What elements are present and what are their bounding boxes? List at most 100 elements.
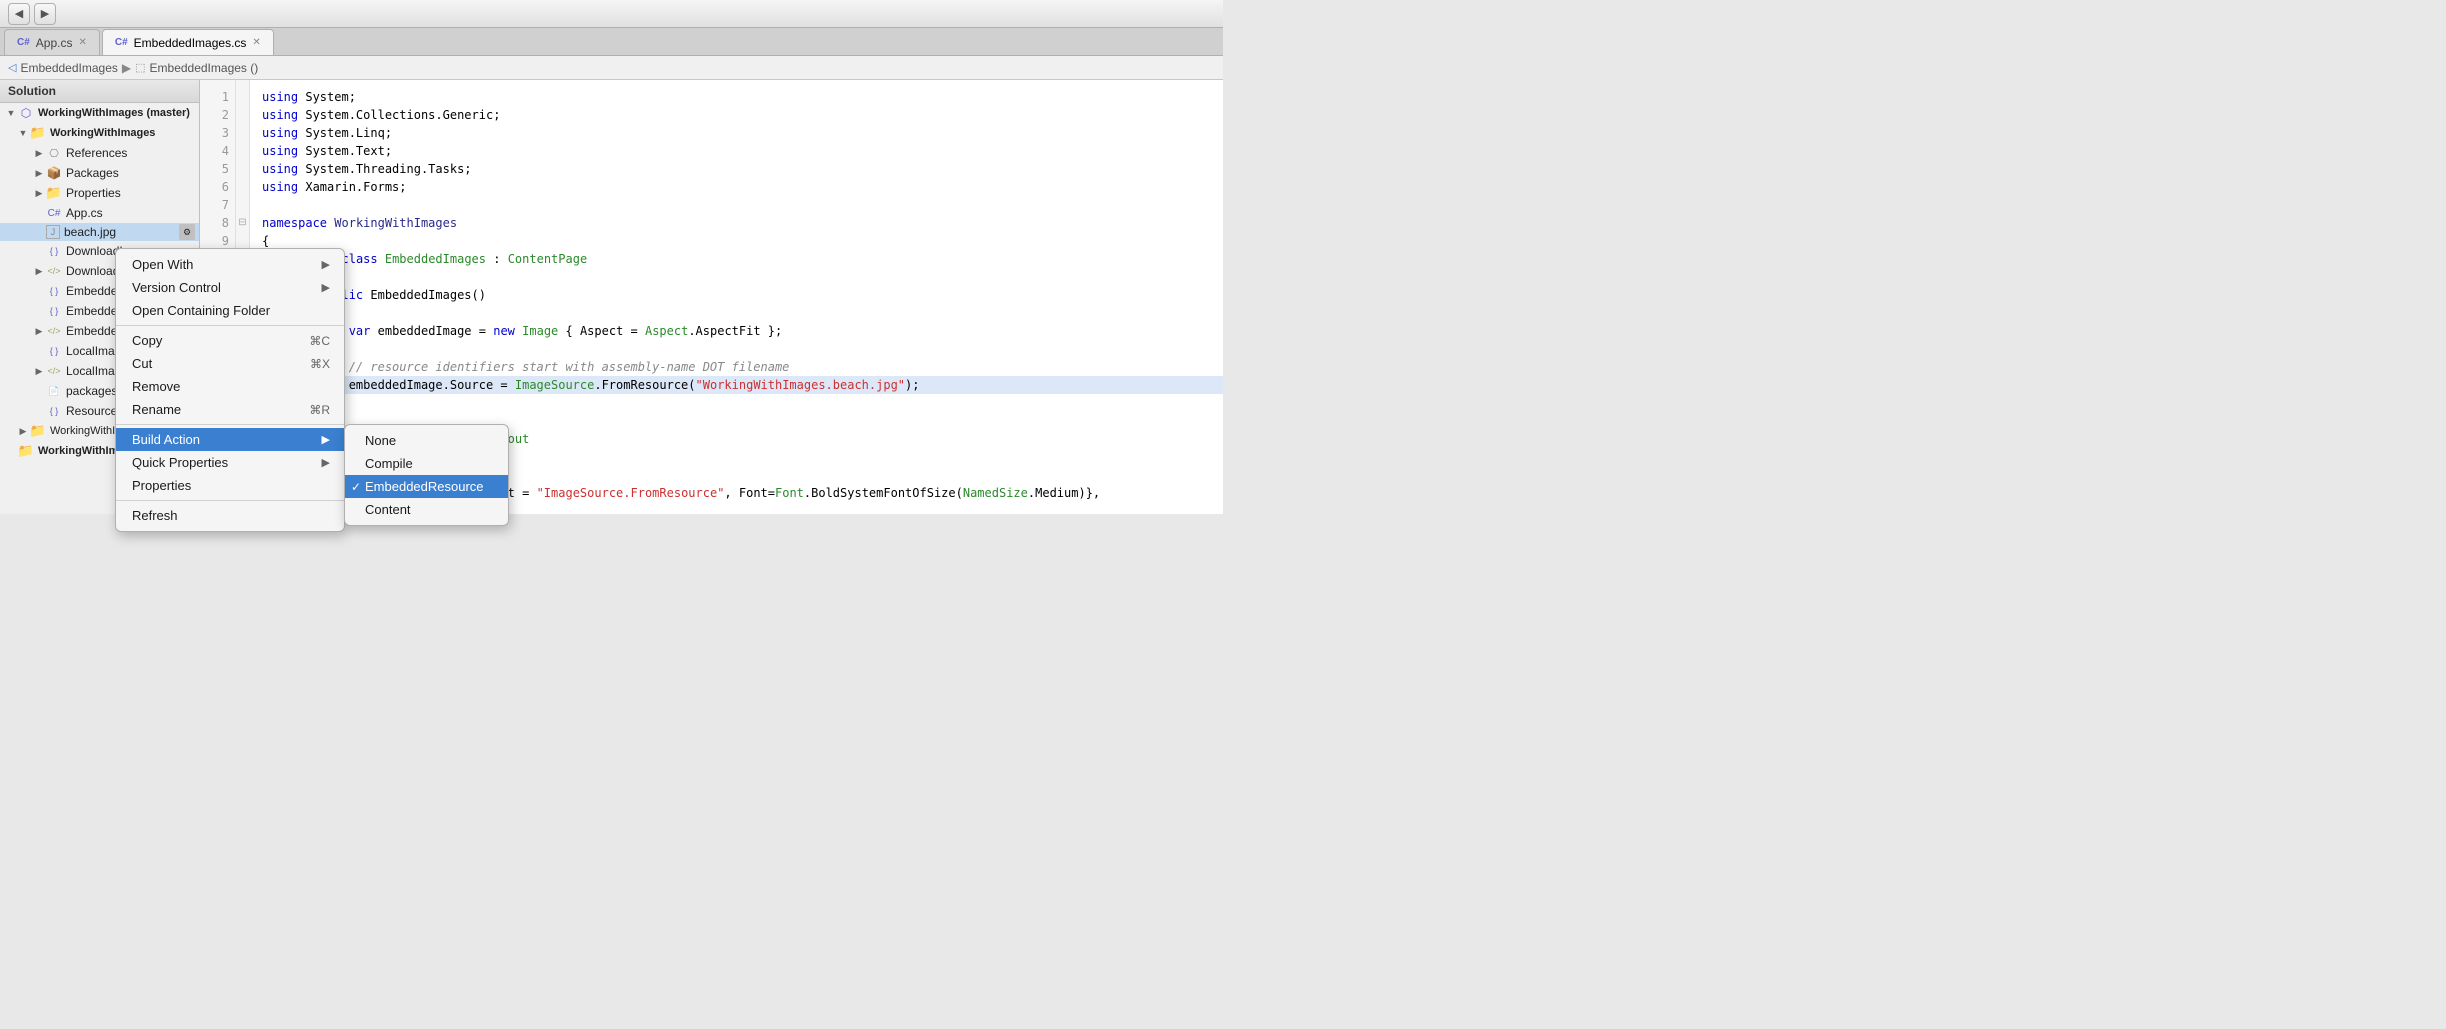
menu-item-version-control[interactable]: Version Control ▶ bbox=[116, 276, 344, 299]
arrow-icon: ▶ bbox=[32, 326, 46, 337]
menu-item-label: Remove bbox=[132, 379, 180, 394]
sidebar-header: Solution bbox=[0, 80, 199, 103]
sidebar-item-wwi[interactable]: ▼ 📁 WorkingWithImages bbox=[0, 123, 199, 143]
arrow-icon: ▶ bbox=[32, 266, 46, 277]
menu-item-label: Build Action bbox=[132, 432, 200, 447]
cs-icon: { } bbox=[46, 403, 62, 419]
menu-item-label: Properties bbox=[132, 478, 191, 493]
folder-icon: 📁 bbox=[18, 443, 34, 459]
sidebar-item-references[interactable]: ▶ ⎔ References bbox=[0, 143, 199, 163]
sidebar-item-solution[interactable]: ▼ ⬡ WorkingWithImages (master) bbox=[0, 103, 199, 123]
folder-icon: 📁 bbox=[30, 423, 46, 439]
folder-icon: 📁 bbox=[46, 185, 62, 201]
solution-icon: ⬡ bbox=[18, 105, 34, 121]
gear-icon: ⚙ bbox=[179, 224, 195, 240]
menu-item-label: Rename bbox=[132, 402, 181, 417]
arrow-icon: ▶ bbox=[32, 366, 46, 377]
menu-item-properties[interactable]: Properties bbox=[116, 474, 344, 497]
cs-icon: { } bbox=[46, 283, 62, 299]
submenu-item-label: None bbox=[365, 433, 396, 448]
cs-icon: { } bbox=[46, 243, 62, 259]
sidebar-item-label: WorkingWithImages bbox=[50, 127, 155, 139]
tab-bar: C# App.cs ✕ C# EmbeddedImages.cs ✕ bbox=[0, 28, 1223, 56]
top-toolbar: ◀ ▶ bbox=[0, 0, 1223, 28]
menu-item-label: Version Control bbox=[132, 280, 221, 295]
sidebar-item-label: App.cs bbox=[66, 206, 103, 220]
breadcrumb-icon: ◁ bbox=[8, 61, 16, 74]
sidebar-item-properties[interactable]: ▶ 📁 Properties bbox=[0, 183, 199, 203]
submenu-item-label: Content bbox=[365, 502, 411, 517]
cs-icon: { } bbox=[46, 343, 62, 359]
tab-cs-icon: C# bbox=[17, 37, 30, 48]
menu-shortcut: ⌘R bbox=[289, 403, 330, 417]
cs-icon: C# bbox=[46, 205, 62, 221]
submenu-item-label: EmbeddedResource bbox=[365, 479, 484, 494]
nav-back-button[interactable]: ◀ bbox=[8, 3, 30, 25]
menu-item-refresh[interactable]: Refresh bbox=[116, 504, 344, 527]
submenu-item-none[interactable]: None bbox=[345, 429, 508, 452]
breadcrumb-separator: ▶ bbox=[122, 61, 131, 75]
menu-item-label: Open Containing Folder bbox=[132, 303, 270, 318]
menu-item-open-folder[interactable]: Open Containing Folder bbox=[116, 299, 344, 322]
tab-app-cs-close[interactable]: ✕ bbox=[78, 37, 86, 48]
breadcrumb: ◁ EmbeddedImages ▶ ⬚ EmbeddedImages () bbox=[0, 56, 1223, 80]
cs-icon: { } bbox=[46, 303, 62, 319]
arrow-icon: ▶ bbox=[32, 188, 46, 199]
breadcrumb-method[interactable]: EmbeddedImages () bbox=[150, 61, 259, 75]
tab-embedded-cs-label: EmbeddedImages.cs bbox=[134, 36, 247, 50]
ref-icon: ⎔ bbox=[46, 145, 62, 161]
sidebar-item-label: Packages bbox=[66, 166, 119, 180]
menu-divider bbox=[116, 500, 344, 501]
submenu-item-embedded-resource[interactable]: ✓ EmbeddedResource bbox=[345, 475, 508, 498]
submenu-item-label: Compile bbox=[365, 456, 413, 471]
menu-shortcut: ⌘C bbox=[289, 334, 330, 348]
sidebar-item-label: References bbox=[66, 146, 127, 160]
build-action-submenu: None Compile ✓ EmbeddedResource Content bbox=[344, 424, 509, 526]
menu-item-label: Copy bbox=[132, 333, 162, 348]
submenu-item-compile[interactable]: Compile bbox=[345, 452, 508, 475]
arrow-icon: ▼ bbox=[4, 108, 18, 118]
submenu-item-content[interactable]: Content bbox=[345, 498, 508, 521]
tab-embedded-cs[interactable]: C# EmbeddedImages.cs ✕ bbox=[102, 29, 274, 55]
pkg-icon: 📄 bbox=[46, 383, 62, 399]
menu-item-cut[interactable]: Cut ⌘X bbox=[116, 352, 344, 375]
arrow-icon: ▶ bbox=[32, 168, 46, 179]
submenu-arrow-icon: ▶ bbox=[322, 456, 330, 469]
sidebar-item-label: WorkingWithImages (master) bbox=[38, 107, 190, 119]
sidebar-item-beach-jpg[interactable]: ▶ J beach.jpg ⚙ bbox=[0, 223, 199, 241]
tab-embedded-cs-close[interactable]: ✕ bbox=[252, 37, 260, 48]
submenu-arrow-icon: ▶ bbox=[322, 433, 330, 446]
sidebar-item-packages[interactable]: ▶ 📦 Packages bbox=[0, 163, 199, 183]
submenu-arrow-icon: ▶ bbox=[322, 258, 330, 271]
tab-app-cs[interactable]: C# App.cs ✕ bbox=[4, 29, 100, 55]
jpg-icon: J bbox=[46, 225, 60, 239]
tab-app-cs-label: App.cs bbox=[36, 36, 73, 50]
breadcrumb-class[interactable]: EmbeddedImages bbox=[20, 61, 117, 75]
menu-item-rename[interactable]: Rename ⌘R bbox=[116, 398, 344, 421]
xml-icon: </> bbox=[46, 323, 62, 339]
menu-divider bbox=[116, 325, 344, 326]
arrow-icon: ▶ bbox=[16, 426, 30, 437]
folder-icon: 📁 bbox=[30, 125, 46, 141]
xml-icon: </> bbox=[46, 263, 62, 279]
menu-item-quick-properties[interactable]: Quick Properties ▶ bbox=[116, 451, 344, 474]
tab-embedded-cs-icon: C# bbox=[115, 37, 128, 48]
sidebar-item-label: Properties bbox=[66, 186, 121, 200]
breadcrumb-icon2: ⬚ bbox=[135, 61, 145, 74]
sidebar-item-app-cs[interactable]: ▶ C# App.cs bbox=[0, 203, 199, 223]
sidebar-item-label: beach.jpg bbox=[64, 225, 116, 239]
menu-item-label: Quick Properties bbox=[132, 455, 228, 470]
pkg-icon: 📦 bbox=[46, 165, 62, 181]
xml-icon: </> bbox=[46, 363, 62, 379]
nav-forward-button[interactable]: ▶ bbox=[34, 3, 56, 25]
menu-shortcut: ⌘X bbox=[290, 357, 330, 371]
context-menu[interactable]: Open With ▶ Version Control ▶ Open Conta… bbox=[115, 248, 345, 532]
submenu-arrow-icon: ▶ bbox=[322, 281, 330, 294]
menu-item-build-action[interactable]: Build Action ▶ None Compile ✓ EmbeddedRe… bbox=[116, 428, 344, 451]
menu-item-remove[interactable]: Remove bbox=[116, 375, 344, 398]
menu-item-label: Cut bbox=[132, 356, 152, 371]
menu-item-copy[interactable]: Copy ⌘C bbox=[116, 329, 344, 352]
menu-item-label: Refresh bbox=[132, 508, 178, 523]
menu-item-open-with[interactable]: Open With ▶ bbox=[116, 253, 344, 276]
menu-item-label: Open With bbox=[132, 257, 193, 272]
